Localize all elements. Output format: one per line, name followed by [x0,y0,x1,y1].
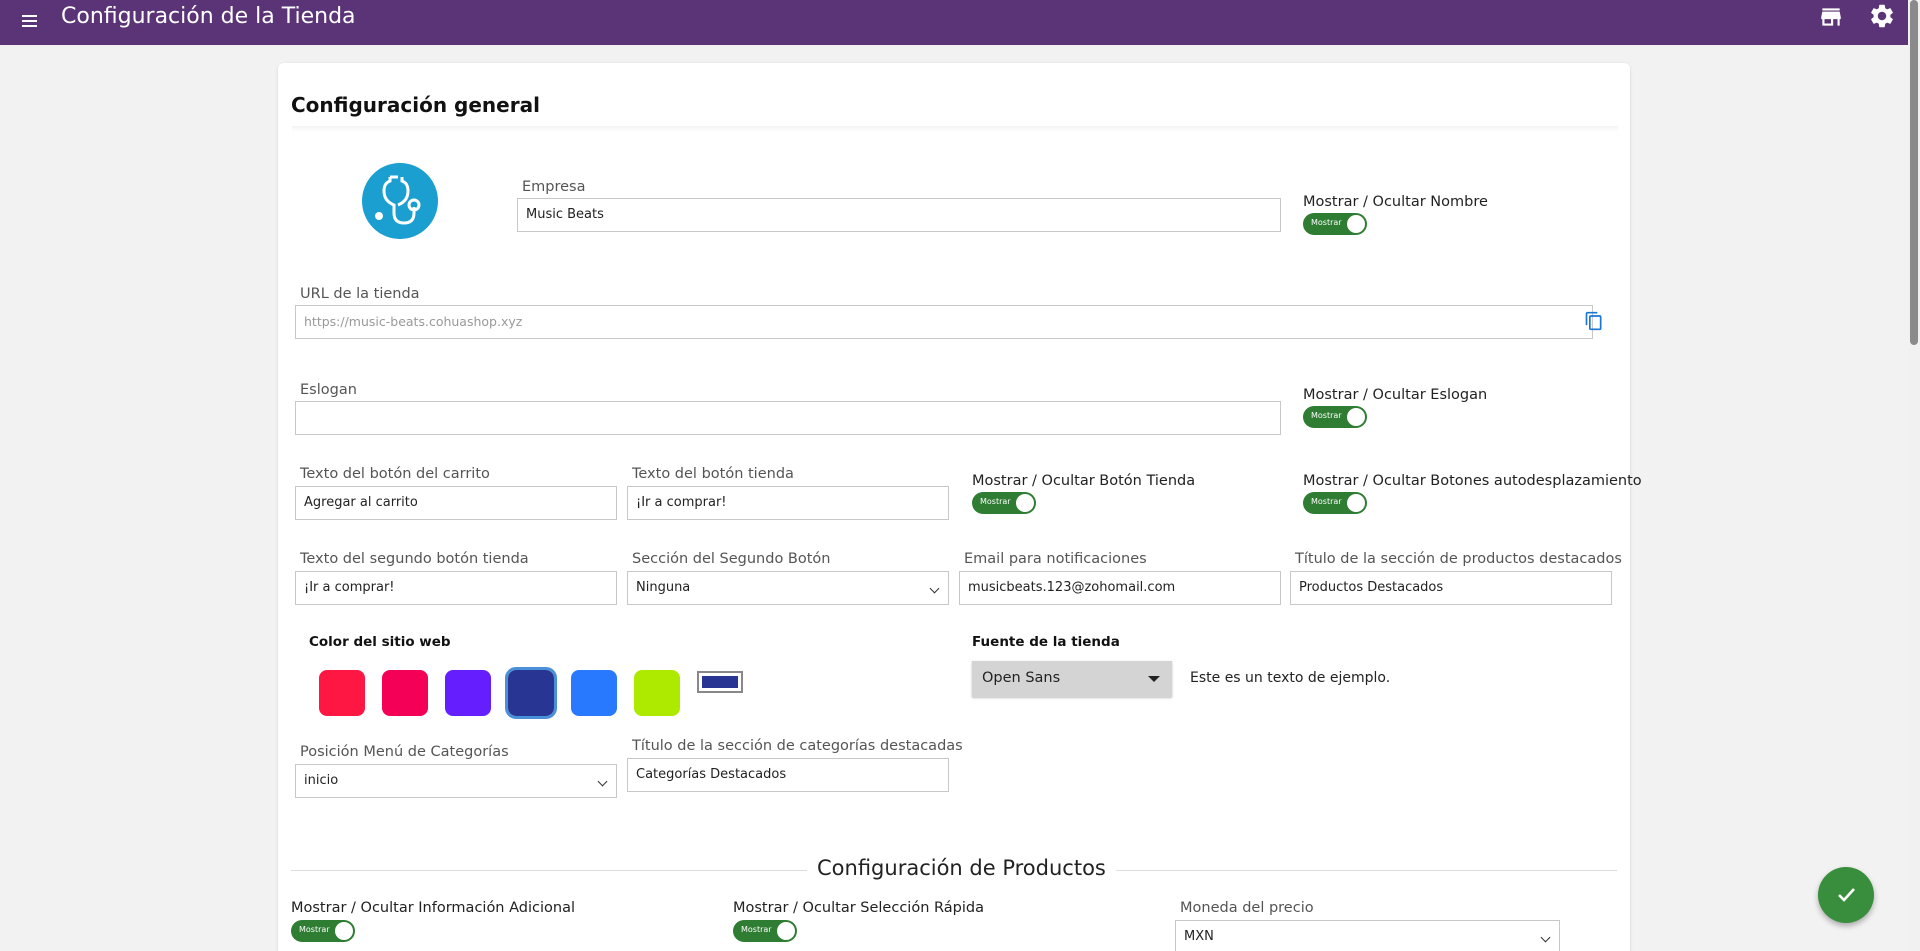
chevron-down-icon [929,583,940,594]
eslogan-label: Eslogan [300,382,357,398]
color-swatch[interactable] [445,670,491,716]
card-header: Configuración general [278,63,1630,132]
productos-section-title: Configuración de Productos [807,856,1116,880]
eslogan-field[interactable] [295,401,1281,435]
app-bar: Configuración de la Tienda [0,0,1908,45]
email-label: Email para notificaciones [964,551,1147,567]
page-title: Configuración de la Tienda [61,4,356,29]
copy-icon[interactable] [1584,311,1604,331]
scrollbar[interactable] [1908,0,1920,951]
texto-segundo-label: Texto del segundo botón tienda [300,551,529,567]
toggle-info-adicional-label: Mostrar / Ocultar Información Adicional [291,900,575,916]
settings-card: Configuración general Empresa Music Beat… [278,63,1642,951]
toggle-autodesplazamiento-label: Mostrar / Ocultar Botones autodesplazami… [1303,473,1642,489]
toggle-boton-tienda-label: Mostrar / Ocultar Botón Tienda [972,473,1196,489]
chevron-down-icon [1540,932,1551,943]
color-swatch[interactable] [634,670,680,716]
moneda-label: Moneda del precio [1180,900,1314,916]
texto-tienda-label: Texto del botón tienda [632,466,794,482]
empresa-field[interactable]: Music Beats [517,198,1281,232]
toggle-boton-tienda[interactable]: Mostrar [972,492,1036,514]
check-icon [1838,888,1855,902]
color-swatch[interactable] [382,670,428,716]
font-sample-text: Este es un texto de ejemplo. [1190,670,1391,686]
dropdown-arrow-icon [1148,676,1160,682]
posicion-menu-label: Posición Menú de Categorías [300,744,509,760]
toggle-autodesplazamiento[interactable]: Mostrar [1303,492,1367,514]
color-swatch[interactable] [571,670,617,716]
save-button[interactable] [1818,867,1874,923]
url-field[interactable]: https://music-beats.cohuashop.xyz [295,305,1593,339]
titulo-categorias-field[interactable]: Categorías Destacados [627,758,949,792]
store-icon[interactable] [1818,4,1844,30]
font-select[interactable]: Open Sans [972,661,1172,697]
toggle-nombre-label: Mostrar / Ocultar Nombre [1303,194,1488,210]
empresa-label: Empresa [522,179,586,195]
toggle-eslogan-label: Mostrar / Ocultar Eslogan [1303,387,1488,403]
toggle-nombre[interactable]: Mostrar [1303,213,1367,235]
texto-carrito-label: Texto del botón del carrito [300,466,490,482]
email-field[interactable]: musicbeats.123@zohomail.com [959,571,1281,605]
toggle-eslogan[interactable]: Mostrar [1303,406,1367,428]
toggle-seleccion-rapida-label: Mostrar / Ocultar Selección Rápida [733,900,984,916]
gear-icon[interactable] [1868,2,1896,30]
menu-icon[interactable] [18,8,42,32]
card-title: Configuración general [291,93,540,117]
color-label: Color del sitio web [309,634,451,650]
titulo-categorias-label: Título de la sección de categorías desta… [632,738,963,754]
toggle-seleccion-rapida[interactable]: Mostrar [733,920,797,942]
titulo-destacados-field[interactable]: Productos Destacados [1290,571,1612,605]
seccion-segundo-label: Sección del Segundo Botón [632,551,831,567]
moneda-select[interactable]: MXN [1175,920,1560,951]
toggle-info-adicional[interactable]: Mostrar [291,920,355,942]
stethoscope-icon [362,163,438,239]
texto-segundo-field[interactable]: ¡Ir a comprar! [295,571,617,605]
store-logo[interactable] [362,163,438,239]
url-label: URL de la tienda [300,286,420,302]
chevron-down-icon [597,776,608,787]
custom-color-picker[interactable] [697,671,743,693]
scrollbar-thumb[interactable] [1910,0,1918,345]
color-swatch[interactable] [505,667,557,719]
texto-tienda-field[interactable]: ¡Ir a comprar! [627,486,949,520]
color-swatch[interactable] [319,670,365,716]
titulo-destacados-label: Título de la sección de productos destac… [1295,551,1622,567]
texto-carrito-field[interactable]: Agregar al carrito [295,486,617,520]
posicion-menu-select[interactable]: inicio [295,764,617,798]
font-label: Fuente de la tienda [972,634,1120,650]
seccion-segundo-select[interactable]: Ninguna [627,571,949,605]
